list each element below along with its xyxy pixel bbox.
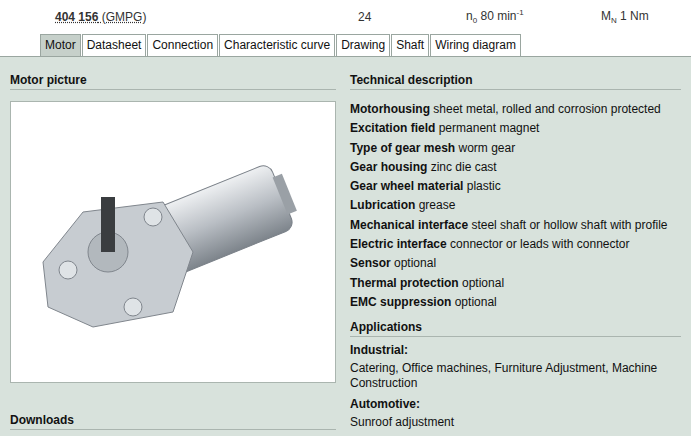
spec-row: EMC suppression optional [350, 293, 681, 312]
right-column: Technical description Motorhousing sheet … [350, 73, 681, 430]
tab-bar: MotorDatasheetConnectionCharacteristic c… [0, 34, 691, 57]
spec-row: Lubrication grease [350, 196, 681, 215]
spec-row: Motorhousing sheet metal, rolled and cor… [350, 100, 681, 119]
voltage: 24 [358, 10, 466, 24]
content: Motor picture Downloads Technical descript… [0, 57, 691, 430]
section-heading: Applications [350, 320, 681, 337]
tab[interactable]: Wiring diagram [430, 34, 521, 56]
spec-row: Excitation field permanent magnet [350, 119, 681, 138]
spec-row: Thermal protection optional [350, 274, 681, 293]
speed: n0 80 min-1 [466, 8, 601, 25]
spec-row: Type of gear mesh worm gear [350, 139, 681, 158]
tab[interactable]: Datasheet [82, 34, 147, 56]
torque: MN 1 Nm [601, 9, 649, 25]
spec-row: Electric interface connector or leads wi… [350, 235, 681, 254]
motor-picture [10, 101, 336, 383]
product-page: 404 156 (GMPG)24n0 80 min-1MN 1 NmMotorD… [0, 0, 691, 436]
section-heading: Technical description [350, 73, 681, 90]
spec-row: Sensor optional [350, 254, 681, 273]
spec-row: Mechanical interface steel shaft or holl… [350, 216, 681, 235]
spec-row: Gear housing zinc die cast [350, 158, 681, 177]
tab[interactable]: Motor [40, 34, 81, 56]
spec-row: Gear wheel material plastic [350, 177, 681, 196]
tab[interactable]: Drawing [336, 34, 390, 56]
product-header: 404 156 (GMPG)24n0 80 min-1MN 1 Nm [0, 0, 691, 34]
application-group: Industrial:Catering, Office machines, Fu… [350, 343, 681, 391]
section-heading: Motor picture [10, 73, 336, 90]
tab[interactable]: Characteristic curve [219, 34, 335, 56]
left-column: Motor picture Downloads [10, 73, 336, 430]
section-heading: Downloads [10, 413, 336, 430]
product-code[interactable]: 404 156 (GMPG) [55, 10, 358, 24]
motor-icon [23, 142, 323, 342]
application-group: Automotive:Sunroof adjustment [350, 397, 681, 430]
tab[interactable]: Connection [147, 34, 218, 56]
tab[interactable]: Shaft [391, 34, 429, 56]
